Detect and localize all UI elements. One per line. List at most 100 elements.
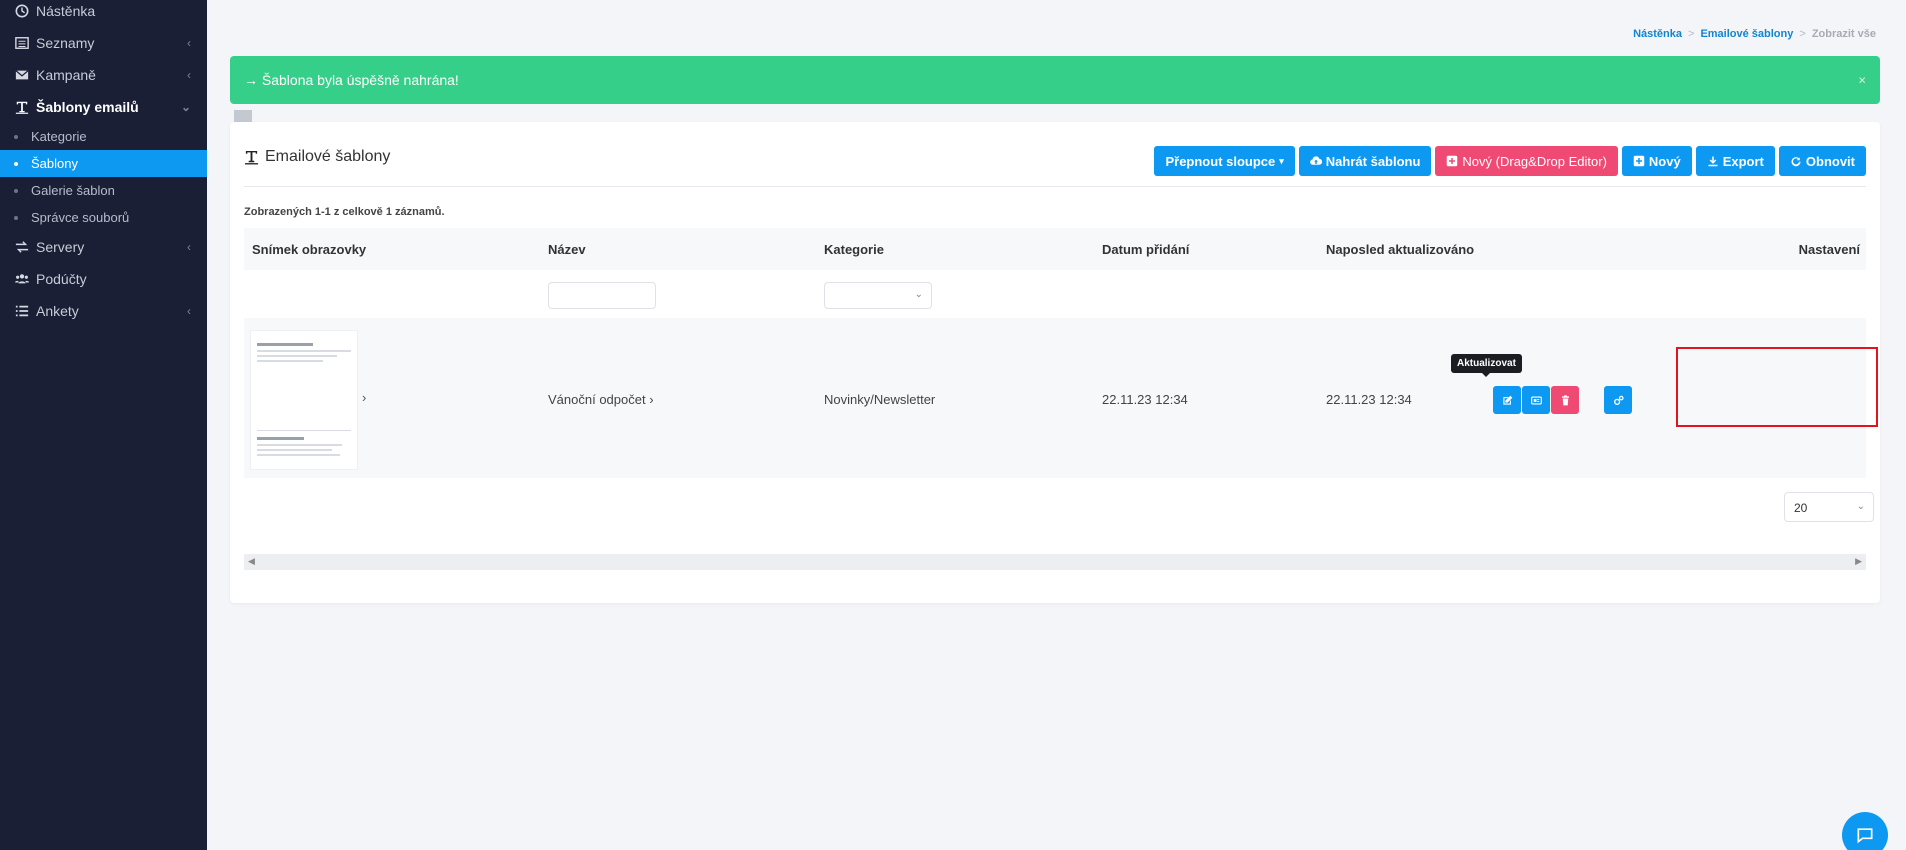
sidebar-item-label: Podúčty [36, 271, 87, 287]
chevron-down-icon: ⌄ [180, 100, 191, 114]
column-header-name[interactable]: Název [548, 242, 586, 257]
sidebar-item-email-templates[interactable]: Šablony emailů ⌄ [0, 91, 207, 123]
envelope-icon [14, 68, 30, 82]
page-title: Emailové šablony [244, 148, 390, 166]
delete-button[interactable] [1551, 386, 1579, 414]
thumb-line [257, 444, 342, 446]
chat-icon [1857, 828, 1873, 844]
sidebar-item-label: Seznamy [36, 35, 95, 51]
success-alert: → Šablona byla úspěšně nahrána! × [230, 56, 1880, 104]
templates-card: Emailové šablony Přepnout sloupce ▾ Nahr… [230, 122, 1880, 603]
divider [244, 186, 1866, 187]
upload-template-button[interactable]: Nahrát šablonu [1298, 146, 1432, 176]
sidebar-subitem-categories[interactable]: Kategorie [0, 123, 207, 150]
cogs-icon [1613, 395, 1624, 405]
thumb-line [257, 355, 337, 357]
thumb-line [257, 430, 351, 431]
list-ul-icon [14, 304, 30, 318]
template-date-added: 22.11.23 12:34 [1102, 392, 1188, 407]
new-dnd-editor-button[interactable]: Nový (Drag&Drop Editor) [1435, 146, 1618, 176]
breadcrumb-current: Zobrazit vše [1811, 28, 1876, 40]
sidebar-item-label: Kampaně [36, 67, 96, 83]
refresh-icon [1791, 157, 1801, 167]
chevron-left-icon: ‹ [187, 240, 191, 254]
text-icon [244, 150, 259, 164]
export-button[interactable]: Export [1695, 146, 1775, 176]
table-row: › Vánoční odpočet › Novinky/Newsletter 2… [244, 318, 1866, 478]
new-template-button[interactable]: Nový [1621, 146, 1692, 176]
column-header-screenshot[interactable]: Snímek obrazovky [252, 242, 366, 257]
chat-button[interactable] [1842, 812, 1888, 850]
sidebar-item-label: Servery [36, 239, 85, 255]
sidebar-item-label: Nástěnka [36, 3, 96, 19]
toggle-columns-button[interactable]: Přepnout sloupce ▾ [1154, 146, 1295, 176]
settings-button[interactable] [1604, 386, 1632, 414]
sidebar-item-dashboard[interactable]: Nástěnka [0, 0, 207, 27]
breadcrumb-section-link[interactable]: Emailové šablony [1700, 28, 1793, 40]
name-filter-input[interactable] [548, 282, 656, 309]
caret-down-icon: ▾ [1279, 155, 1284, 166]
chevron-left-icon: ‹ [187, 36, 191, 50]
chevron-right-icon: › [649, 392, 654, 407]
template-name[interactable]: Vánoční odpočet › [548, 392, 654, 407]
horizontal-scrollbar[interactable]: ◀ ▶ [244, 554, 1866, 570]
edit-button[interactable] [1493, 386, 1521, 414]
column-header-date-added[interactable]: Datum přidání [1102, 242, 1189, 257]
sidebar-item-campaigns[interactable]: Kampaně ‹ [0, 59, 207, 91]
trash-icon [1561, 394, 1569, 405]
breadcrumb-home-link[interactable]: Nástěnka [1633, 28, 1682, 40]
sidebar-subitem-template-gallery[interactable]: Galerie šablon [0, 177, 207, 204]
bullet-icon [14, 188, 18, 193]
chevron-left-icon: ‹ [187, 68, 191, 82]
sidebar-item-polls[interactable]: Ankety ‹ [0, 295, 207, 327]
close-icon[interactable]: × [1858, 73, 1866, 88]
tooltip: Aktualizovat [1451, 354, 1522, 377]
template-thumbnail[interactable] [250, 330, 358, 470]
thumb-line [257, 350, 351, 352]
alert-message: → Šablona byla úspěšně nahrána! [244, 72, 459, 88]
column-header-last-updated[interactable]: Naposled aktualizováno [1326, 242, 1474, 257]
scroll-left-icon[interactable]: ◀ [248, 556, 255, 567]
scroll-right-icon[interactable]: ▶ [1855, 556, 1862, 567]
edit-icon [1502, 395, 1512, 405]
sidebar-item-servers[interactable]: Servery ‹ [0, 231, 207, 263]
thumb-line [257, 449, 333, 451]
export-icon [1708, 156, 1718, 167]
sidebar-subitem-templates[interactable]: Šablony [0, 150, 207, 177]
users-icon [14, 272, 30, 286]
sidebar-subitem-file-manager[interactable]: Správce souborů [0, 204, 207, 231]
cloud-upload-icon [1310, 156, 1322, 165]
column-header-settings: Nastavení [1798, 242, 1860, 257]
filter-row: ⌄ [244, 270, 1866, 318]
plus-square-icon [1633, 155, 1645, 167]
records-count: Zobrazených 1-1 z celkově 1 záznamů. [244, 206, 445, 218]
thumb-spacer [257, 365, 351, 427]
bullet-icon [14, 161, 18, 166]
text-icon [14, 100, 30, 114]
sidebar-item-label: Ankety [36, 303, 79, 319]
breadcrumb-separator: > [1799, 28, 1806, 40]
chevron-down-icon: ⌄ [914, 289, 923, 300]
breadcrumb-separator: > [1688, 28, 1695, 40]
sidebar-item-label: Šablony emailů [36, 99, 139, 115]
chevron-right-icon[interactable]: › [362, 390, 366, 405]
sidebar-item-lists[interactable]: Seznamy ‹ [0, 27, 207, 59]
bullet-icon [14, 215, 18, 220]
list-icon [14, 36, 30, 50]
preview-button[interactable] [1522, 386, 1550, 414]
thumb-line [257, 454, 340, 456]
chevron-left-icon: ‹ [187, 304, 191, 318]
refresh-button[interactable]: Obnovit [1778, 146, 1866, 176]
template-last-updated: 22.11.23 12:34 [1326, 392, 1412, 407]
chevron-down-icon: ⌄ [1856, 501, 1865, 512]
breadcrumb: Nástěnka > Emailové šablony > Zobrazit v… [1633, 28, 1876, 40]
sidebar: Nástěnka Seznamy ‹ Kampaně ‹ Šablony ema… [0, 0, 207, 850]
plus-square-icon [1447, 155, 1458, 167]
toolbar: Přepnout sloupce ▾ Nahrát šablonu Nový (… [1154, 146, 1866, 176]
column-header-category[interactable]: Kategorie [824, 242, 884, 257]
page-size-select[interactable]: 20 ⌄ [1784, 492, 1874, 522]
card-title-text: Emailové šablony [265, 148, 391, 165]
category-filter-select[interactable]: ⌄ [824, 282, 932, 309]
template-category: Novinky/Newsletter [824, 392, 936, 407]
sidebar-item-subaccounts[interactable]: Podúčty [0, 263, 207, 295]
